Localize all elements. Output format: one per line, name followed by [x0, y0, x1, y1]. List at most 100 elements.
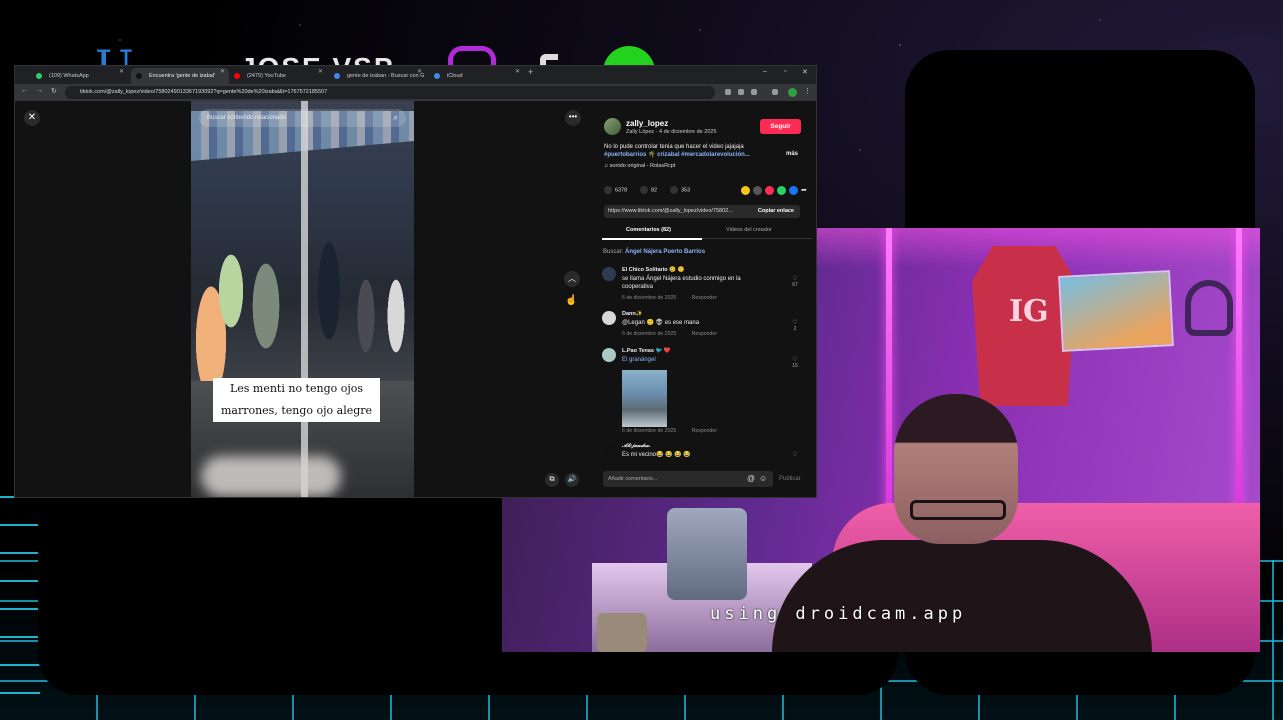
tab-icloud[interactable]: iCloud: [429, 68, 521, 84]
active-tab-indicator: [602, 238, 702, 240]
video-hashtags[interactable]: #puertobarrios 🌴 crizabal #mercadolarevo…: [604, 151, 784, 159]
reply-button[interactable]: Responder: [692, 331, 717, 337]
tiktok-page: ✕ Buscar contenido relacionado ⌕ Les men…: [15, 101, 816, 497]
comments-tabs: Comentarios (82) Videos del creador: [602, 227, 812, 240]
new-tab-button[interactable]: +: [528, 67, 533, 77]
video-caption: Les menti no tengo ojos marrones, tengo …: [213, 378, 380, 422]
video-link-box[interactable]: https://www.tiktok.com/@zally_lopez/vide…: [604, 205, 800, 218]
profile-avatar[interactable]: [788, 88, 797, 97]
tab-tiktok[interactable]: Encuentra 'gente de izabal': [131, 68, 229, 84]
like-stat[interactable]: 6378: [604, 186, 627, 194]
search-suggestion[interactable]: Buscar: Ángel Nájera Puerto Barrios: [603, 249, 705, 255]
comment-image[interactable]: [622, 370, 667, 427]
comment-meta: 6 de diciembre de 2025 Responder: [622, 428, 717, 434]
search-icon[interactable]: ⌕: [394, 109, 398, 127]
share-coin-icon[interactable]: [741, 186, 750, 195]
comment-author[interactable]: El Chico Solitario 😢 🙂: [622, 267, 684, 273]
comment-like[interactable]: ♡ 15: [788, 356, 802, 369]
mention-icon[interactable]: @: [747, 471, 755, 487]
details-panel: zally_lopez Zally López · 4 de diciembre…: [598, 101, 816, 497]
comment-author[interactable]: 𝒜𝓁𝑒𝒿𝒶𝓃𝒹𝓇𝒶.: [622, 443, 651, 450]
share-facebook-icon[interactable]: [789, 186, 798, 195]
sound-link[interactable]: ♫ sonido original - RolasRcpt: [604, 163, 675, 169]
search-suggestion-prefix: Buscar:: [603, 249, 624, 255]
comment-date: 6 de diciembre de 2025: [622, 428, 677, 434]
streamer-head: [894, 394, 1018, 544]
more-link[interactable]: más: [786, 151, 798, 157]
comment-avatar[interactable]: [602, 311, 616, 325]
emoji-icon[interactable]: ☺: [759, 471, 767, 487]
comment-avatar[interactable]: [602, 267, 616, 281]
painting: [667, 508, 747, 600]
comment-author[interactable]: L.Pao Tenas 🐦 ❤️: [622, 348, 671, 354]
previous-video-button[interactable]: ︿: [564, 271, 580, 287]
toolbar: ← → ↻ tiktok.com/@zally_lopez/video/7580…: [15, 84, 816, 101]
close-tab-icon[interactable]: ✕: [417, 68, 422, 75]
comment-like[interactable]: ♡ 2: [788, 319, 802, 332]
mug: [597, 613, 647, 652]
author-avatar[interactable]: [604, 118, 621, 135]
video-blur: [201, 456, 341, 497]
share-whatsapp-icon[interactable]: [777, 186, 786, 195]
close-tab-icon[interactable]: ✕: [220, 68, 225, 75]
comment-meta: 6 de diciembre de 2025 Responder: [622, 331, 717, 337]
menu-kebab-icon[interactable]: ⋮: [804, 87, 811, 95]
wall-poster: [1058, 270, 1174, 352]
close-tab-icon[interactable]: ✕: [119, 68, 124, 75]
close-tab-icon[interactable]: ✕: [515, 68, 520, 75]
bookmark-star-icon[interactable]: [751, 89, 757, 95]
minimize-icon[interactable]: –: [763, 68, 767, 75]
maximize-icon[interactable]: ▫: [784, 68, 786, 75]
comment-avatar[interactable]: [602, 348, 616, 362]
search-suggestion-query: Ángel Nájera Puerto Barrios: [625, 249, 706, 255]
comment-like[interactable]: ♡: [788, 451, 802, 458]
tab-whatsapp[interactable]: (109) WhatsApp: [31, 68, 131, 84]
publish-button[interactable]: Publicar: [779, 476, 801, 482]
comment-avatar[interactable]: [602, 443, 616, 457]
browser-window: (109) WhatsApp ✕ Encuentra 'gente de iza…: [15, 66, 816, 497]
comment-input[interactable]: Añadir comentario... @ ☺: [603, 471, 773, 487]
copy-link-button[interactable]: Copiar enlace: [758, 205, 794, 218]
back-icon[interactable]: ←: [21, 87, 28, 94]
tab-comments[interactable]: Comentarios (82): [626, 227, 671, 233]
close-tab-icon[interactable]: ✕: [318, 68, 323, 75]
tab-creator-videos[interactable]: Videos del creador: [726, 227, 772, 233]
close-video-button[interactable]: ✕: [24, 110, 40, 126]
translate-icon[interactable]: [725, 89, 731, 95]
comment-icon: [640, 186, 648, 194]
volume-button[interactable]: 🔊: [565, 473, 579, 487]
forward-icon[interactable]: →: [36, 87, 43, 94]
webcam-watermark: using droidcam.app: [710, 604, 967, 624]
pip-button[interactable]: ⧉: [545, 473, 559, 487]
follow-button[interactable]: Seguir: [760, 119, 801, 134]
reply-button[interactable]: Responder: [692, 428, 717, 434]
more-options-button[interactable]: •••: [565, 110, 581, 126]
comment-meta: 6 de diciembre de 2025 Responder: [622, 295, 717, 301]
related-search-placeholder: Buscar contenido relacionado: [207, 115, 287, 121]
tab-strip: (109) WhatsApp ✕ Encuentra 'gente de iza…: [15, 66, 816, 84]
comment-like[interactable]: ♡ 67: [788, 275, 802, 288]
video-player[interactable]: Buscar contenido relacionado ⌕ Les menti…: [191, 101, 414, 497]
share-embed-icon[interactable]: [753, 186, 762, 195]
reload-icon[interactable]: ↻: [51, 87, 57, 95]
save-stat[interactable]: 353: [670, 186, 690, 194]
comment-author[interactable]: Dann✨: [622, 311, 643, 317]
author-username[interactable]: zally_lopez: [626, 119, 668, 128]
comment-placeholder: Añadir comentario...: [608, 476, 658, 482]
headphones-icon: [1185, 280, 1233, 336]
address-bar[interactable]: tiktok.com/@zally_lopez/video/7580249013…: [65, 86, 715, 99]
share-send-icon[interactable]: [765, 186, 774, 195]
tab-youtube[interactable]: (2479) YouTube: [229, 68, 329, 84]
tab-google[interactable]: gente de izaban - Buscar con G: [329, 68, 429, 84]
overlay-left-grid: [0, 490, 40, 720]
video-pole: [301, 101, 308, 497]
mouse-cursor-icon: ☝: [565, 295, 578, 306]
related-search-bar[interactable]: Buscar contenido relacionado ⌕: [199, 109, 406, 127]
close-window-icon[interactable]: ✕: [802, 68, 808, 76]
cast-icon[interactable]: [738, 89, 744, 95]
extension-icon[interactable]: [772, 89, 778, 95]
comment-stat[interactable]: 82: [640, 186, 657, 194]
share-more-icon[interactable]: ➦: [801, 186, 810, 195]
reply-button[interactable]: Responder: [692, 295, 717, 301]
comment-like-count: 2: [793, 326, 797, 332]
